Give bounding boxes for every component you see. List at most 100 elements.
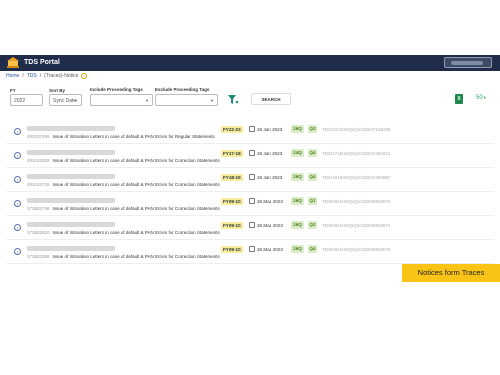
- info-icon[interactable]: i: [14, 128, 21, 135]
- form-tag: 26Q: [291, 221, 304, 229]
- chevron-down-icon: ▼: [145, 98, 149, 103]
- quarter-tag: Q4: [308, 173, 317, 181]
- include-tags-select[interactable]: ▼: [90, 94, 153, 106]
- top-bar: TDS Portal: [0, 55, 500, 71]
- form-tag: 26Q: [291, 245, 304, 253]
- list-item[interactable]: i 373553266 Issue of Intimation Letters i…: [6, 240, 494, 264]
- notice-title: Issue of Intimation Letters in case of d…: [52, 206, 220, 211]
- fy-tag: FY09-10: [221, 222, 243, 229]
- deductor-name-redacted: [27, 222, 115, 227]
- notice-date: 26 Jan 2023: [257, 151, 283, 156]
- sort-label: Sort By: [49, 88, 66, 93]
- ack-number: 373552810: [27, 230, 50, 235]
- notice-reference: TDS/2223/26Q/Q3/100047168298: [322, 127, 391, 132]
- fy-input[interactable]: 2022: [10, 94, 43, 106]
- info-icon[interactable]: i: [81, 73, 88, 79]
- fy-value: 2022: [14, 98, 26, 104]
- user-menu[interactable]: [444, 57, 492, 68]
- list-item[interactable]: i 373552810 Issue of Intimation Letters i…: [6, 216, 494, 240]
- calendar-icon: [249, 222, 255, 228]
- form-tag: 24Q: [291, 149, 304, 157]
- include-tags-label: Include Proceeding Tags: [90, 87, 143, 92]
- notice-date: 26 Mar 2023: [257, 247, 283, 252]
- portal-logo-icon: [7, 57, 19, 68]
- fy-tag: FY18-19: [221, 174, 243, 181]
- sort-select[interactable]: Sync Date ▼: [49, 94, 82, 106]
- page-size-value: 50: [476, 95, 483, 101]
- breadcrumb-separator: /: [22, 73, 24, 79]
- quarter-tag: Q4: [308, 149, 317, 157]
- deductor-name-redacted: [27, 126, 115, 131]
- ack-number: 373552746: [27, 206, 50, 211]
- form-tag: 26Q: [291, 173, 304, 181]
- breadcrumb-tds[interactable]: TDS: [27, 73, 37, 79]
- notice-title: Issue of Intimation Letters in case of d…: [52, 254, 220, 259]
- notice-reference: TDS/0910/26Q/Q2/100049818571: [322, 223, 391, 228]
- notice-date: 26 Jan 2023: [257, 127, 283, 132]
- list-item[interactable]: i 302152052 Issue of Intimation Letters i…: [6, 144, 494, 168]
- deductor-name-redacted: [27, 150, 115, 155]
- app-title: TDS Portal: [24, 59, 60, 66]
- notice-subtitle: 302152052 Issue of Intimation Letters in …: [27, 158, 220, 163]
- exclude-tags-label: Exclude Proceeding Tags: [155, 87, 210, 92]
- chevron-down-icon: ▼: [482, 95, 487, 100]
- form-tag: 26Q: [291, 197, 304, 205]
- chevron-down-icon: ▼: [210, 98, 214, 103]
- notice-subtitle: 373553266 Issue of Intimation Letters in …: [27, 254, 220, 259]
- search-button[interactable]: SEARCH: [251, 93, 291, 105]
- sort-value: Sync Date: [53, 98, 77, 104]
- list-item[interactable]: i 302007485 Issue of Intimation Letters i…: [6, 120, 494, 144]
- quarter-tag: Q3: [308, 125, 317, 133]
- ack-number: 373553266: [27, 254, 50, 259]
- breadcrumb-separator: /: [39, 73, 42, 79]
- notice-title: Issue of Intimation Letters in case of d…: [52, 134, 215, 139]
- info-icon[interactable]: i: [14, 200, 21, 207]
- breadcrumb: Home / TDS / (Traces)-Notice i: [6, 73, 88, 79]
- filter-bar: FY 2022 Sort By Sync Date ▼ Include Proc…: [10, 87, 490, 111]
- info-icon[interactable]: i: [14, 248, 21, 255]
- exclude-tags-select[interactable]: ▼: [155, 94, 218, 106]
- fy-label: FY: [10, 88, 16, 93]
- quarter-tag: Q4: [308, 245, 317, 253]
- quarter-tag: Q2: [308, 221, 317, 229]
- notice-title: Issue of Intimation Letters in case of d…: [52, 230, 220, 235]
- ack-number: 302007485: [27, 134, 50, 139]
- info-icon[interactable]: i: [14, 224, 21, 231]
- notice-subtitle: 373552746 Issue of Intimation Letters in …: [27, 206, 220, 211]
- calendar-icon: [249, 198, 255, 204]
- notice-title: Issue of Intimation Letters in case of d…: [52, 182, 220, 187]
- info-icon[interactable]: i: [14, 152, 21, 159]
- deductor-name-redacted: [27, 198, 115, 203]
- chevron-down-icon: ▼: [74, 98, 78, 103]
- calendar-icon: [249, 126, 255, 132]
- deductor-name-redacted: [27, 174, 115, 179]
- notice-subtitle: 302152745 Issue of Intimation Letters in …: [27, 182, 220, 187]
- list-item[interactable]: i 302152745 Issue of Intimation Letters i…: [6, 168, 494, 192]
- section-banner: Notices form Traces: [402, 264, 500, 282]
- ack-number: 302152052: [27, 158, 50, 163]
- list-item[interactable]: i 373552746 Issue of Intimation Letters i…: [6, 192, 494, 216]
- notice-date: 26 Jan 2023: [257, 175, 283, 180]
- notice-subtitle: 373552810 Issue of Intimation Letters in …: [27, 230, 220, 235]
- notice-list: i 302007485 Issue of Intimation Letters i…: [6, 120, 494, 264]
- fy-tag: FY09-10: [221, 198, 243, 205]
- info-icon[interactable]: i: [14, 176, 21, 183]
- breadcrumb-current: (Traces)-Notice: [44, 73, 79, 79]
- calendar-icon: [249, 150, 255, 156]
- notice-reference: TDS/1819/26Q/Q4/100047483887: [322, 175, 391, 180]
- filter-icon[interactable]: [228, 95, 240, 105]
- calendar-icon: [249, 246, 255, 252]
- page-size-select[interactable]: 50▼: [476, 95, 487, 101]
- notice-reference: TDS/0910/26Q/Q1/100049818570: [322, 199, 391, 204]
- brand[interactable]: TDS Portal: [7, 57, 60, 68]
- fy-tag: FY09-10: [221, 246, 243, 253]
- ack-number: 302152745: [27, 182, 50, 187]
- fy-tag: FY22-23: [221, 126, 243, 133]
- notice-title: Issue of Intimation Letters in case of d…: [52, 158, 220, 163]
- deductor-name-redacted: [27, 246, 115, 251]
- notice-reference: TDS/0910/26Q/Q4/100049818575: [322, 247, 391, 252]
- excel-export-icon[interactable]: X: [455, 94, 463, 104]
- notice-date: 26 Mar 2023: [257, 223, 283, 228]
- notice-reference: TDS/1718/24Q/Q4/100047481621: [322, 151, 391, 156]
- breadcrumb-home[interactable]: Home: [6, 73, 19, 79]
